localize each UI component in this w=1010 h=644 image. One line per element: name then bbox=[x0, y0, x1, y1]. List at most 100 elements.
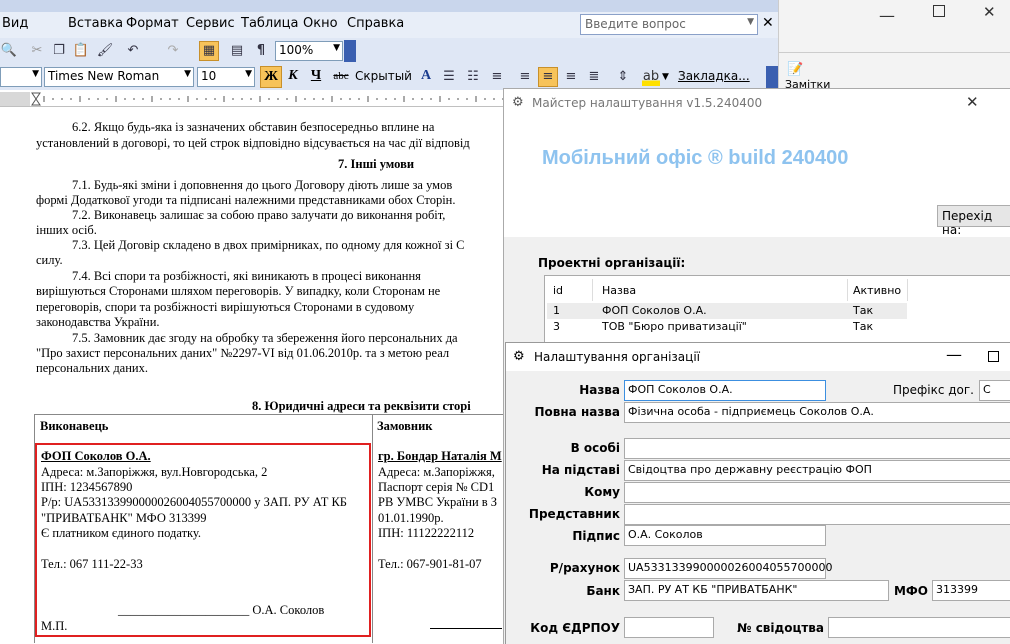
font-name-combo[interactable]: Times New Roman ▼ bbox=[44, 67, 194, 87]
underline-button[interactable]: Ч bbox=[306, 66, 326, 86]
hanging-indent-marker bbox=[31, 98, 41, 106]
col-header-active[interactable]: Активно bbox=[853, 284, 901, 297]
format-painter-icon[interactable]: 🖌 bbox=[96, 42, 114, 60]
char-style-icon[interactable]: A bbox=[416, 66, 436, 86]
undo-icon[interactable]: ↶ bbox=[124, 42, 142, 60]
paste-icon[interactable]: 📋 bbox=[72, 42, 90, 60]
menu-help[interactable]: Справка bbox=[347, 16, 404, 31]
col-sep bbox=[907, 279, 908, 301]
col-header-id[interactable]: id bbox=[553, 284, 563, 297]
bookmark-button[interactable]: Закладка... bbox=[678, 69, 750, 83]
to-label: Кому bbox=[584, 485, 620, 499]
show-formatting-icon[interactable]: ¶ bbox=[252, 42, 270, 60]
prefix-value: С bbox=[983, 383, 991, 396]
menu-view[interactable]: Вид bbox=[2, 16, 28, 31]
col-sep bbox=[592, 279, 593, 301]
maximize-icon[interactable] bbox=[988, 351, 999, 362]
zoom-value: 100% bbox=[279, 43, 314, 57]
master-titlebar: ⚙ Майстер налаштування v1.5.240400 ✕ bbox=[504, 89, 1010, 119]
print-preview-icon[interactable]: 🔍 bbox=[0, 42, 18, 60]
line-spacing-icon[interactable]: ⇕ bbox=[614, 68, 632, 86]
account-field[interactable]: UA533133990000026004055700000 bbox=[624, 558, 833, 579]
goto-button[interactable]: Перехід на: bbox=[937, 205, 1010, 237]
justify-icon[interactable]: ≣ bbox=[585, 68, 603, 86]
zoom-combo[interactable]: 100% ▼ bbox=[275, 41, 343, 61]
sign-label: Підпис bbox=[572, 529, 620, 543]
tables-borders-icon[interactable]: ▦ bbox=[199, 41, 219, 61]
redo-icon[interactable]: ↷ bbox=[164, 42, 182, 60]
fullname-value: Фізична особа - підприємець Соколов О.А. bbox=[628, 405, 874, 418]
toolbar-options-handle[interactable] bbox=[344, 40, 356, 62]
hidden-text-button[interactable]: Скрытый bbox=[355, 69, 412, 83]
to-field[interactable] bbox=[624, 482, 1010, 503]
highlight-icon[interactable]: ab bbox=[642, 68, 660, 86]
doc-para: 7.1. Будь-які зміни і доповнення до цьог… bbox=[72, 178, 453, 192]
minimize-icon[interactable]: — bbox=[879, 6, 895, 25]
copy-icon[interactable]: ❐ bbox=[50, 42, 68, 60]
account-value: UA533133990000026004055700000 bbox=[628, 561, 833, 574]
doc-para: переговорів, спори та розбіжності вирішу… bbox=[36, 300, 415, 314]
rep-field[interactable] bbox=[624, 504, 1010, 525]
bold-button[interactable]: Ж bbox=[260, 66, 282, 88]
executor-stamp: М.П. bbox=[41, 619, 68, 633]
doc-para: 7.3. Цей Договір складено в двох примірн… bbox=[72, 238, 465, 252]
close-icon[interactable]: ✕ bbox=[983, 3, 996, 21]
mfo-label: МФО bbox=[893, 584, 928, 598]
bank-field[interactable]: ЗАП. РУ АТ КБ "ПРИВАТБАНК" bbox=[624, 580, 889, 601]
name-value: ФОП Соколов О.А. bbox=[628, 383, 733, 396]
align-left-icon[interactable]: ≡ bbox=[516, 68, 534, 86]
background-app-window: — ✕ 📝 Замітки bbox=[778, 0, 1010, 91]
edrpou-field[interactable] bbox=[624, 617, 714, 638]
italic-button[interactable]: К bbox=[283, 66, 303, 86]
table-row[interactable]: 1 ФОП Соколов О.А. Так bbox=[547, 303, 907, 319]
horizontal-ruler[interactable] bbox=[0, 92, 510, 107]
col-header-name[interactable]: Назва bbox=[602, 284, 636, 297]
name-label: Назва bbox=[579, 383, 620, 397]
cert-field[interactable] bbox=[828, 617, 1010, 638]
toolbar-options-handle-2[interactable] bbox=[766, 66, 778, 88]
ask-question-input[interactable]: Введите вопрос ▼ bbox=[580, 14, 758, 35]
document-page[interactable]: 6.2. Якщо будь-яка із зазначених обстави… bbox=[0, 108, 505, 643]
executor-line: Є платником єдиного податку. bbox=[41, 526, 202, 540]
person-field[interactable] bbox=[624, 438, 1010, 459]
bullets-icon[interactable]: ☷ bbox=[464, 68, 482, 86]
fullname-field[interactable]: Фізична особа - підприємець Соколов О.А. bbox=[624, 402, 1010, 423]
font-size-combo[interactable]: 10 ▼ bbox=[197, 67, 255, 87]
align-center-icon[interactable]: ≡ bbox=[538, 67, 558, 87]
maximize-icon[interactable] bbox=[933, 5, 945, 17]
document-map-icon[interactable]: ▤ bbox=[228, 42, 246, 60]
strikethrough-button[interactable]: abc bbox=[329, 66, 353, 86]
executor-line: Р/р: UA533133990000026004055700000 у ЗАП… bbox=[41, 495, 347, 509]
cut-icon[interactable]: ✂ bbox=[28, 42, 46, 60]
style-combo[interactable]: ▼ bbox=[0, 67, 42, 87]
minimize-icon[interactable]: — bbox=[946, 345, 962, 364]
executor-phone: Тел.: 067 111-22-33 bbox=[41, 557, 143, 571]
menu-insert[interactable]: Вставка bbox=[68, 16, 123, 31]
numbering-icon[interactable]: ☰ bbox=[440, 68, 458, 86]
cert-label: № свідоцтва bbox=[737, 621, 824, 635]
customer-line: ІПН: 11122222112 bbox=[378, 526, 475, 540]
menu-window[interactable]: Окно bbox=[303, 16, 338, 31]
customer-line: РВ УМВС України в З bbox=[378, 495, 498, 509]
cell-id: 3 bbox=[553, 320, 560, 333]
menu-table[interactable]: Таблица bbox=[241, 16, 299, 31]
menu-tools[interactable]: Сервис bbox=[186, 16, 235, 31]
table-row[interactable]: 3 ТОВ "Бюро приватизації" Так bbox=[547, 319, 907, 335]
sign-field[interactable]: О.А. Соколов bbox=[624, 525, 826, 546]
highlight-dropdown-icon[interactable]: ▼ bbox=[662, 72, 669, 82]
basis-field[interactable]: Свідоцтва про державну реєстрацію ФОП bbox=[624, 460, 1010, 481]
chevron-down-icon: ▼ bbox=[184, 69, 191, 79]
projects-table[interactable]: id Назва Активно 1 ФОП Соколов О.А. Так … bbox=[544, 275, 1010, 345]
ask-dropdown-icon[interactable]: ▼ bbox=[747, 17, 754, 27]
menu-format[interactable]: Формат bbox=[126, 16, 179, 31]
mfo-field[interactable]: 313399 bbox=[932, 580, 1010, 601]
align-right-icon[interactable]: ≡ bbox=[562, 68, 580, 86]
word-close-doc-icon[interactable]: ✕ bbox=[762, 15, 774, 31]
doc-para: 6.2. Якщо будь-яка із зазначених обстави… bbox=[72, 120, 435, 134]
master-close-icon[interactable]: ✕ bbox=[966, 93, 979, 111]
prefix-field[interactable]: С bbox=[979, 380, 1010, 401]
list-style-icon[interactable]: ≡ bbox=[488, 68, 506, 86]
executor-signature: _____________________ О.А. Соколов bbox=[118, 603, 325, 617]
name-field[interactable]: ФОП Соколов О.А. bbox=[624, 380, 826, 401]
goto-label: Перехід на: bbox=[942, 209, 993, 237]
